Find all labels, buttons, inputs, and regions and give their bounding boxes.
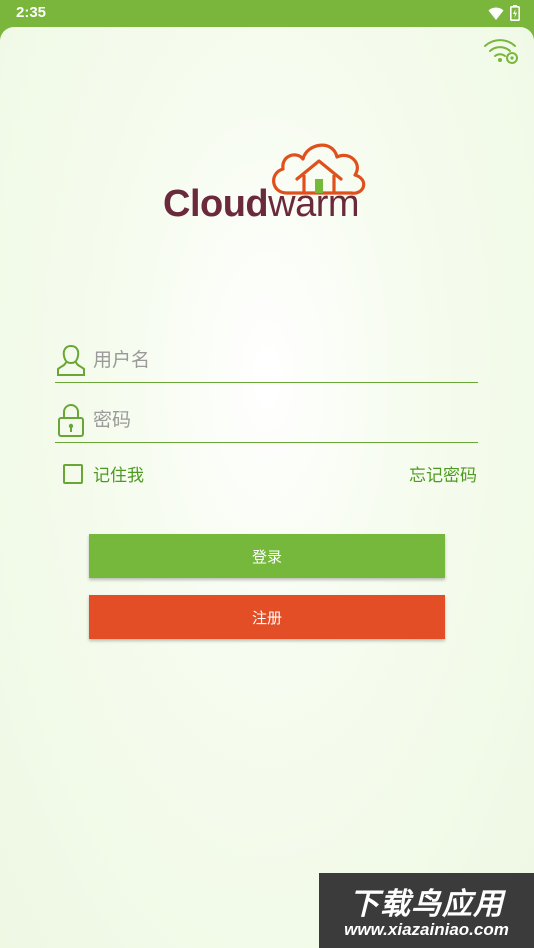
username-field: [55, 342, 478, 383]
remember-label: 记住我: [93, 466, 144, 486]
watermark: 下载鸟应用 www.xiazainiao.com: [319, 873, 534, 948]
watermark-title: 下载鸟应用: [349, 887, 504, 922]
status-icons: [488, 5, 520, 25]
app-logo: Cloudwarm: [163, 135, 373, 225]
forgot-password-link[interactable]: 忘记密码: [409, 461, 477, 486]
watermark-url: www.xiazainiao.com: [344, 920, 509, 939]
wifi-signal-icon: [488, 6, 504, 25]
user-icon: [55, 342, 87, 378]
login-screen: Cloudwarm 记住我: [0, 27, 534, 948]
wifi-settings-icon[interactable]: [482, 34, 520, 66]
remember-me[interactable]: 记住我: [63, 461, 144, 486]
register-button[interactable]: 注册: [89, 595, 445, 639]
status-bar: 2:35: [0, 0, 534, 27]
status-time: 2:35: [16, 4, 47, 21]
username-input[interactable]: [93, 342, 473, 378]
logo-wordmark: Cloudwarm: [163, 183, 360, 226]
logo-text-warm: warm: [268, 183, 360, 225]
remember-checkbox[interactable]: [63, 463, 83, 484]
password-input[interactable]: [93, 402, 473, 438]
password-field: [55, 402, 478, 443]
lock-icon: [55, 402, 87, 438]
login-button[interactable]: 登录: [89, 534, 445, 578]
battery-charging-icon: [510, 5, 520, 25]
logo-text-cloud: Cloud: [163, 183, 269, 225]
